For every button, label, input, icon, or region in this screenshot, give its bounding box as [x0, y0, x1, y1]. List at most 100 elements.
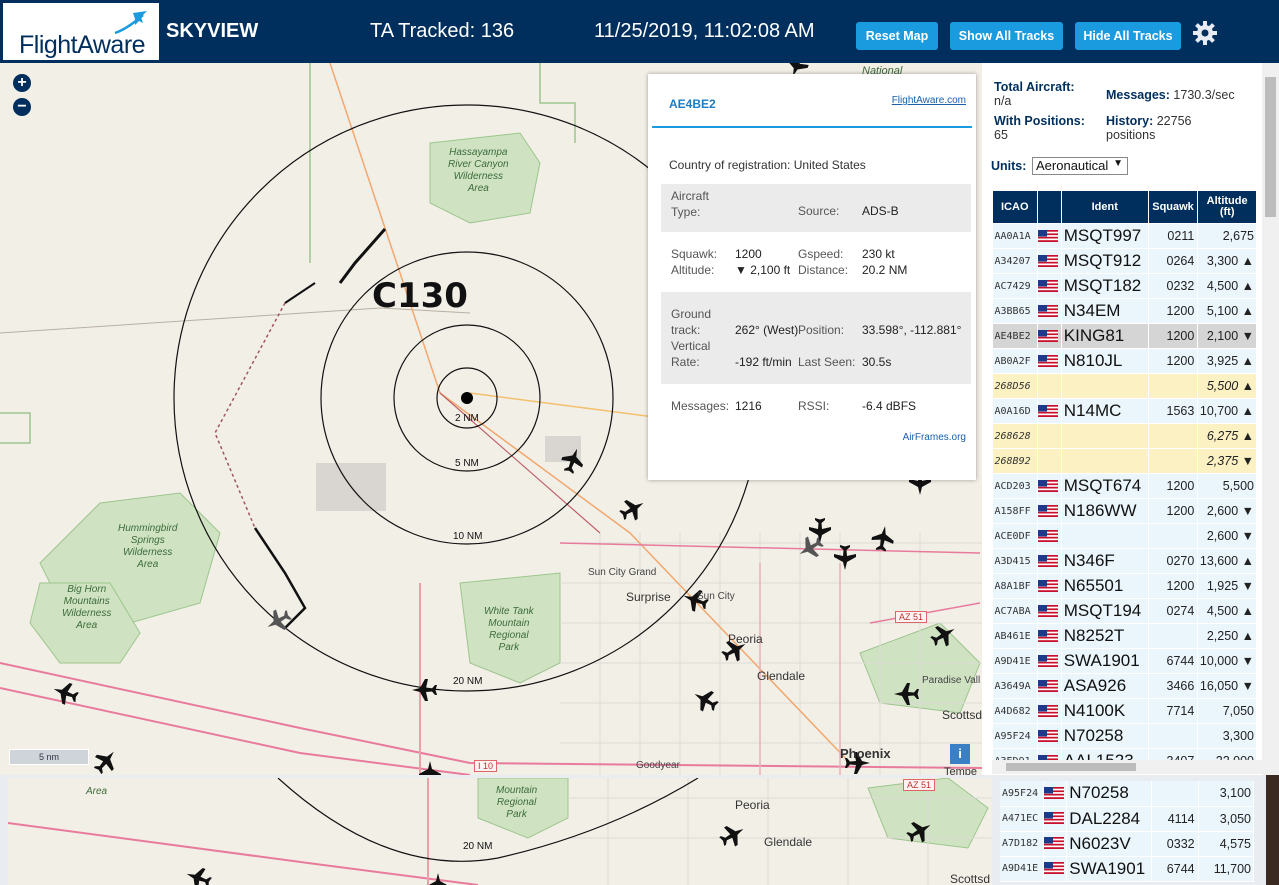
row-icao[interactable]: A9D41E	[992, 648, 1038, 674]
row-ident[interactable]: N810JL	[1061, 348, 1149, 374]
aircraft-marker-icon[interactable]	[183, 864, 214, 885]
col-flag[interactable]	[1036, 190, 1062, 224]
aircraft-marker-icon[interactable]	[794, 532, 827, 564]
hide-all-tracks-button[interactable]: Hide All Tracks	[1075, 22, 1181, 50]
row-icao[interactable]: ACE0DF	[992, 523, 1038, 549]
row-ident[interactable]: MSQT997	[1061, 223, 1149, 249]
show-all-tracks-button[interactable]: Show All Tracks	[950, 22, 1063, 50]
row-ident[interactable]: N4100K	[1061, 698, 1149, 724]
table-row[interactable]: A7D182 N6023V 0332 4,575	[1000, 831, 1255, 857]
table-row[interactable]: A9D41E SWA1901 6744 10,000 ▼	[992, 648, 1257, 674]
aircraft-marker-icon[interactable]	[834, 545, 856, 570]
row-icao[interactable]: AA0A1A	[992, 223, 1038, 249]
table-row[interactable]: A8A1BF N65501 1200 1,925 ▼	[992, 573, 1257, 599]
row-ident[interactable]: DAL2284	[1066, 806, 1153, 832]
row-ident[interactable]: N34EM	[1061, 298, 1149, 324]
aircraft-marker-icon[interactable]	[716, 819, 749, 851]
scrollbar-thumb[interactable]	[1265, 77, 1276, 217]
row-ident[interactable]: ASA926	[1061, 673, 1149, 699]
row-ident[interactable]: MSQT182	[1061, 273, 1149, 299]
row-icao[interactable]: AC7ABA	[992, 598, 1038, 624]
table-row[interactable]: AB0A2F N810JL 1200 3,925 ▲	[992, 348, 1257, 374]
sidebar-vertical-scrollbar[interactable]	[1262, 63, 1279, 775]
row-icao[interactable]: A4D682	[992, 698, 1038, 724]
row-ident[interactable]: SWA1901	[1061, 648, 1149, 674]
table-row[interactable]: A471EC DAL2284 4114 3,050	[1000, 806, 1255, 832]
table-row[interactable]: AE4BE2 KING81 1200 2,100 ▼	[992, 323, 1257, 349]
units-select[interactable]: Aeronautical ▼	[1032, 157, 1128, 175]
table-row[interactable]: A9D41E SWA1901 6744 11,700	[1000, 856, 1255, 882]
row-icao[interactable]: A471EC	[1000, 806, 1044, 832]
row-icao[interactable]: AC7429	[992, 273, 1038, 299]
aircraft-marker-icon[interactable]	[50, 679, 81, 708]
row-icao[interactable]: A3BB65	[992, 298, 1038, 324]
row-icao[interactable]: AB461E	[992, 623, 1038, 649]
row-icao[interactable]: A3D415	[992, 548, 1038, 574]
table-row[interactable]: A158FF N186WW 1200 2,600 ▼	[992, 498, 1257, 524]
table-row[interactable]: A4D682 N4100K 7714 7,050	[992, 698, 1257, 724]
table-row[interactable]: AA0A1A MSQT997 0211 2,675	[992, 223, 1257, 249]
table-row[interactable]: AB461E N8252T 2,250 ▲	[992, 623, 1257, 649]
row-icao[interactable]: A95F24	[1000, 781, 1044, 807]
table-row[interactable]: A95F24 N70258 3,300	[992, 723, 1257, 749]
row-icao[interactable]: 268D56	[992, 373, 1038, 399]
scrollbar-h-thumb[interactable]	[1006, 763, 1136, 771]
table-row[interactable]: AC7ABA MSQT194 0274 4,500 ▲	[992, 598, 1257, 624]
aircraft-marker-icon[interactable]	[412, 679, 437, 701]
table-row[interactable]: A34207 MSQT912 0264 3,300 ▲	[992, 248, 1257, 274]
row-icao[interactable]: 268628	[992, 423, 1038, 449]
col-icao[interactable]: ICAO	[992, 190, 1038, 224]
aircraft-marker-icon[interactable]	[616, 493, 649, 525]
row-icao[interactable]: A34207	[992, 248, 1038, 274]
row-icao[interactable]: 268B92	[992, 448, 1038, 474]
col-ident[interactable]: Ident	[1060, 190, 1149, 224]
table-row[interactable]: A3649A ASA926 3466 16,050 ▼	[992, 673, 1257, 699]
table-row[interactable]: ACD203 MSQT674 1200 5,500	[992, 473, 1257, 499]
row-icao[interactable]: A7D182	[1000, 831, 1044, 857]
zoom-in-button[interactable]: +	[13, 74, 31, 92]
row-icao[interactable]: ACD203	[992, 473, 1038, 499]
row-ident[interactable]: N8252T	[1061, 623, 1149, 649]
row-ident[interactable]	[1061, 373, 1149, 399]
table-row[interactable]: A3D415 N346F 0270 13,600 ▲	[992, 548, 1257, 574]
table-row[interactable]: A3BB65 N34EM 1200 5,100 ▲	[992, 298, 1257, 324]
table-row[interactable]: ACE0DF 2,600 ▼	[992, 523, 1257, 549]
row-ident[interactable]: KING81	[1061, 323, 1149, 349]
row-ident[interactable]	[1061, 423, 1149, 449]
aircraft-marker-icon[interactable]	[870, 524, 896, 552]
flightaware-logo[interactable]: FlightAware	[3, 3, 159, 60]
table-row[interactable]: 268628 6,275 ▲	[992, 423, 1257, 449]
col-altitude[interactable]: Altitude (ft)	[1197, 190, 1257, 224]
row-ident[interactable]: MSQT194	[1061, 598, 1149, 624]
row-ident[interactable]: N186WW	[1061, 498, 1149, 524]
row-ident[interactable]: MSQT674	[1061, 473, 1149, 499]
flightaware-link[interactable]: FlightAware.com	[892, 95, 966, 106]
row-icao[interactable]: A8A1BF	[992, 573, 1038, 599]
row-ident[interactable]	[1061, 448, 1149, 474]
row-ident[interactable]: N70258	[1061, 723, 1149, 749]
gear-icon[interactable]	[1192, 20, 1218, 46]
col-squawk[interactable]: Squawk	[1147, 190, 1199, 224]
row-icao[interactable]: A0A16D	[992, 398, 1038, 424]
row-icao[interactable]: A95F24	[992, 723, 1038, 749]
row-ident[interactable]: N6023V	[1066, 831, 1153, 857]
airframes-link[interactable]: AirFrames.org	[903, 432, 966, 443]
row-ident[interactable]: N14MC	[1061, 398, 1149, 424]
row-icao[interactable]: AE4BE2	[992, 323, 1038, 349]
aircraft-marker-icon[interactable]	[89, 745, 122, 775]
row-ident[interactable]: N346F	[1061, 548, 1149, 574]
zoom-out-button[interactable]: −	[13, 98, 31, 116]
row-ident[interactable]: N65501	[1061, 573, 1149, 599]
reset-map-button[interactable]: Reset Map	[856, 22, 938, 50]
row-icao[interactable]: A3649A	[992, 673, 1038, 699]
row-ident[interactable]: MSQT912	[1061, 248, 1149, 274]
row-ident[interactable]: SWA1901	[1066, 856, 1153, 882]
row-icao[interactable]: A158FF	[992, 498, 1038, 524]
info-icon[interactable]: i	[950, 744, 970, 764]
table-row[interactable]: A95F24 N70258 3,100	[1000, 781, 1255, 807]
aircraft-marker-icon[interactable]	[689, 684, 722, 716]
table-row[interactable]: A0A16D N14MC 1563 10,700 ▲	[992, 398, 1257, 424]
row-icao[interactable]: AB0A2F	[992, 348, 1038, 374]
table-row[interactable]: 268B92 2,375 ▼	[992, 448, 1257, 474]
row-icao[interactable]: A9D41E	[1000, 856, 1044, 882]
